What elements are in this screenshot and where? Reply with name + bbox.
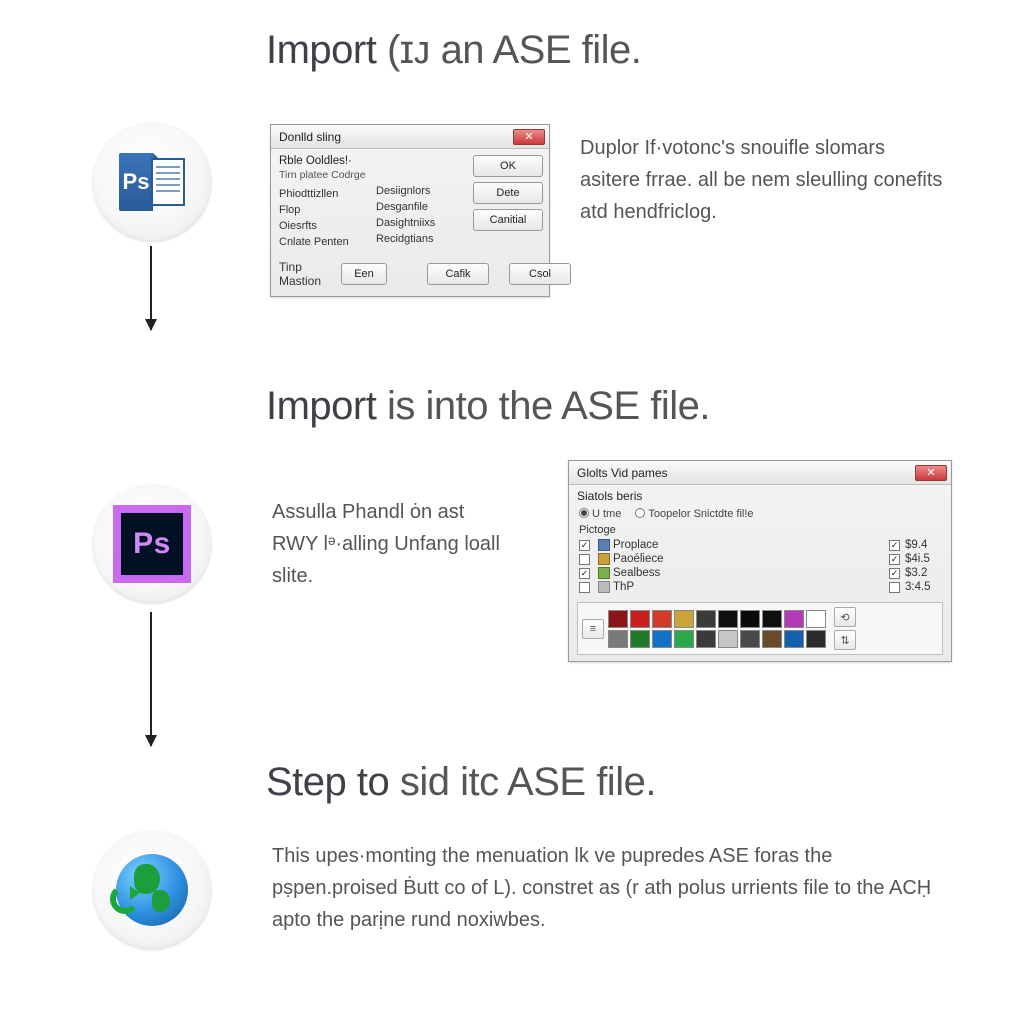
row2-name: Sealbess	[613, 567, 660, 579]
swatch[interactable]	[608, 630, 628, 648]
list-item[interactable]: ✓Sealbess ✓$3.2	[579, 566, 941, 580]
list-item[interactable]: Paoéliece ✓$4i.5	[579, 552, 941, 566]
dlg1-right-2: Dasightniixs	[376, 215, 467, 231]
swatch[interactable]	[740, 610, 760, 628]
swatch[interactable]	[806, 630, 826, 648]
step2-paragraph: Assulla Phandl ȯn ast RWY lᵊ·alling Unfa…	[272, 496, 512, 592]
row3-name: ThP	[613, 581, 634, 593]
row3-val: 3:4.5	[905, 581, 931, 593]
palette-tool-1[interactable]: ≡	[582, 619, 604, 639]
dlg2-subhead: Pictoge	[569, 524, 951, 538]
dlg1-group-sub: Tirn platee Codrge	[279, 169, 370, 181]
step1-paragraph: Duplor If·votonc's snouifle slomars asit…	[580, 132, 950, 228]
dlg1-right-0: Desiignlors	[376, 183, 467, 199]
dialog2-title: Glolts Vid pames	[577, 466, 668, 480]
dlg2-list: ✓Proplace ✓$9.4 Paoéliece ✓$4i.5 ✓Sealbe…	[569, 538, 951, 598]
swatch[interactable]	[652, 610, 672, 628]
arrow-2	[150, 612, 152, 746]
swatch[interactable]	[696, 610, 716, 628]
swatch[interactable]	[652, 630, 672, 648]
step2-circle: Ps	[92, 484, 212, 604]
dlg1-right-1: Desganfile	[376, 199, 467, 215]
list-item[interactable]: ✓Proplace ✓$9.4	[579, 538, 941, 552]
dialog1-title: Donlld sling	[279, 130, 341, 144]
csol-button[interactable]: Csol	[509, 263, 571, 285]
swatch[interactable]	[674, 610, 694, 628]
close-icon[interactable]: ✕	[915, 465, 947, 481]
swatch[interactable]	[696, 630, 716, 648]
dialog-1: Donlld sling ✕ Rble Ooldles!· Tirn plate…	[270, 124, 550, 297]
heading-3: Step to sid itc ASE file.	[266, 760, 656, 805]
dlg1-left-2: Oiesrfts	[279, 218, 370, 234]
h1-word2: (ɪᴊ	[387, 28, 430, 72]
swatch[interactable]	[674, 630, 694, 648]
radio1-label: U tme	[592, 508, 621, 520]
heading-2: Import is into the ASE file.	[266, 384, 710, 429]
ps-letter-block: Ps	[119, 153, 153, 211]
swatch[interactable]	[784, 610, 804, 628]
swatch[interactable]	[784, 630, 804, 648]
swatch[interactable]	[762, 610, 782, 628]
dialog-2: Glolts Vid pames ✕ Siatols beris U tme T…	[568, 460, 952, 662]
dlg1-group-title: Rble Ooldles!·	[279, 155, 370, 167]
h3-word1: Step to	[266, 760, 389, 804]
row1-name: Paoéliece	[613, 553, 664, 565]
list-item[interactable]: ThP 3:4.5	[579, 580, 941, 594]
ps-blue-doc-icon: Ps	[119, 153, 185, 211]
palette-tool-3[interactable]: ⇅	[834, 630, 856, 650]
palette-tool-2[interactable]: ⟲	[834, 607, 856, 627]
radio-utme[interactable]: U tme	[579, 507, 621, 520]
canitial-button[interactable]: Canitial	[473, 209, 543, 231]
close-icon[interactable]: ✕	[513, 129, 545, 145]
radio-toopelor[interactable]: Toopelor Snictdte fil!e	[635, 507, 753, 520]
h2-word2: is into the ASE file.	[387, 384, 710, 428]
radio2-label: Toopelor Snictdte fil!e	[648, 508, 753, 520]
step1-circle: Ps	[92, 122, 212, 242]
h1-word3: an ASE file.	[441, 28, 642, 72]
swatch[interactable]	[806, 610, 826, 628]
swatch[interactable]	[630, 630, 650, 648]
dlg1-left-1: Flop	[279, 202, 370, 218]
swatch[interactable]	[740, 630, 760, 648]
doc-sheet-icon	[151, 158, 185, 206]
step3-paragraph: This upes·monting the menuation lk ve pu…	[272, 840, 952, 936]
cafik-button[interactable]: Cafik	[427, 263, 489, 285]
dlg1-footer-label: Tinp Mastion	[279, 260, 321, 288]
swatch[interactable]	[608, 610, 628, 628]
ok-button[interactable]: OK	[473, 155, 543, 177]
dete-button[interactable]: Dete	[473, 182, 543, 204]
swatch[interactable]	[630, 610, 650, 628]
row0-name: Proplace	[613, 539, 658, 551]
row0-val: $9.4	[905, 539, 927, 551]
globe-refresh-icon	[116, 854, 188, 926]
palette: ≡ ⟲ ⇅	[577, 602, 943, 655]
dialog2-titlebar: Glolts Vid pames ✕	[569, 461, 951, 485]
dlg2-section-label: Siatols beris	[569, 485, 951, 505]
dlg1-right-3: Recidgtians	[376, 231, 467, 247]
row2-val: $3.2	[905, 567, 927, 579]
swatch[interactable]	[762, 630, 782, 648]
swatch[interactable]	[718, 610, 738, 628]
swatch-grid	[608, 610, 826, 648]
h1-word1: Import	[266, 28, 376, 72]
arrow-1	[150, 246, 152, 330]
heading-1: Import (ɪᴊ an ASE file.	[266, 28, 641, 73]
dlg1-left-0: Phiodttizllen	[279, 186, 370, 202]
step3-circle	[92, 830, 212, 950]
row1-val: $4i.5	[905, 553, 930, 565]
een-button[interactable]: Een	[341, 263, 387, 285]
dlg1-left-3: Cnlate Penten	[279, 234, 370, 250]
h2-word1: Import	[266, 384, 376, 428]
h3-word2: sid itc ASE file.	[400, 760, 656, 804]
swatch[interactable]	[718, 630, 738, 648]
dlg2-radiogroup: U tme Toopelor Snictdte fil!e	[569, 505, 951, 524]
dialog1-titlebar: Donlld sling ✕	[271, 125, 549, 149]
photoshop-icon: Ps	[119, 511, 185, 577]
